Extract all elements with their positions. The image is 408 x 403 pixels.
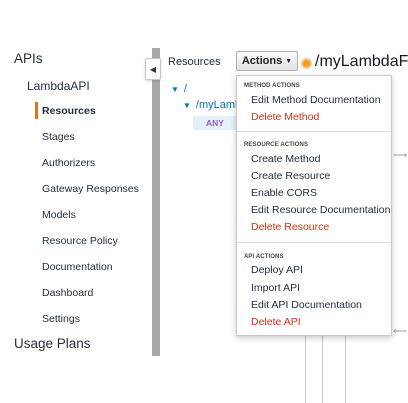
nav-apis[interactable]: APIs	[14, 51, 43, 66]
tree-resource-label: /myLamb	[195, 99, 242, 111]
actions-dropdown-menu: METHOD ACTIONS Edit Method Documentation…	[236, 75, 392, 336]
nav-usage-plans[interactable]: Usage Plans	[14, 336, 91, 351]
diagram-line	[305, 336, 306, 403]
tree-root-item[interactable]: ▼ /	[171, 83, 187, 95]
panel-splitter[interactable]	[152, 48, 160, 356]
resource-path-title: /myLambdaFu	[315, 53, 408, 70]
nav-item-authorizers[interactable]: Authorizers	[42, 157, 95, 169]
tree-resource-item[interactable]: ▼ /myLamb	[183, 99, 241, 111]
left-nav: APIs LambdaAPI Resources Stages Authoriz…	[0, 0, 152, 403]
nav-item-dashboard[interactable]: Dashboard	[42, 287, 93, 299]
arrow-left-icon: ⟵	[393, 326, 408, 337]
menu-item-enable-cors[interactable]: Enable CORS	[251, 187, 317, 199]
actions-label: Actions	[241, 55, 283, 67]
method-any-item[interactable]: ANY	[193, 116, 237, 130]
menu-item-edit-resource-docs[interactable]: Edit Resource Documentation	[251, 204, 391, 216]
menu-item-delete-method[interactable]: Delete Method	[251, 111, 319, 123]
menu-item-create-resource[interactable]: Create Resource	[251, 170, 330, 182]
menu-item-deploy-api[interactable]: Deploy API	[251, 264, 303, 276]
actions-button[interactable]: Actions ▼	[236, 51, 298, 71]
chevron-left-icon: ◀	[149, 64, 157, 74]
menu-divider	[237, 131, 391, 132]
tree-root-label: /	[183, 83, 187, 95]
status-dot-icon	[301, 58, 312, 69]
nav-item-stages[interactable]: Stages	[42, 131, 75, 143]
menu-section-resource: RESOURCE ACTIONS	[244, 142, 309, 148]
diagram-line	[322, 336, 323, 403]
caret-down-icon: ▼	[285, 57, 293, 65]
nav-api-name[interactable]: LambdaAPI	[27, 79, 90, 93]
caret-down-icon: ▼	[171, 85, 179, 94]
nav-item-settings[interactable]: Settings	[42, 313, 80, 325]
nav-item-resources[interactable]: Resources	[42, 105, 96, 117]
menu-item-import-api[interactable]: Import API	[251, 282, 300, 294]
nav-item-models[interactable]: Models	[42, 209, 76, 221]
nav-item-documentation[interactable]: Documentation	[42, 261, 113, 273]
menu-item-edit-method-docs[interactable]: Edit Method Documentation	[251, 94, 381, 106]
nav-item-resource-policy[interactable]: Resource Policy	[42, 235, 118, 247]
collapse-nav-button[interactable]: ◀	[145, 58, 161, 80]
active-indicator	[35, 102, 38, 119]
diagram-line	[345, 336, 346, 403]
menu-item-edit-api-docs[interactable]: Edit API Documentation	[251, 299, 362, 311]
menu-section-api: API ACTIONS	[244, 254, 284, 260]
menu-item-delete-resource[interactable]: Delete Resource	[251, 221, 329, 233]
menu-item-create-method[interactable]: Create Method	[251, 153, 320, 165]
resources-title: Resources	[168, 56, 221, 68]
caret-down-icon: ▼	[183, 101, 191, 110]
menu-divider	[237, 242, 391, 243]
nav-item-gateway-responses[interactable]: Gateway Responses	[42, 183, 139, 195]
menu-item-delete-api[interactable]: Delete API	[251, 316, 301, 328]
menu-section-method: METHOD ACTIONS	[244, 83, 300, 89]
arrow-right-icon: ⟶	[393, 150, 408, 161]
